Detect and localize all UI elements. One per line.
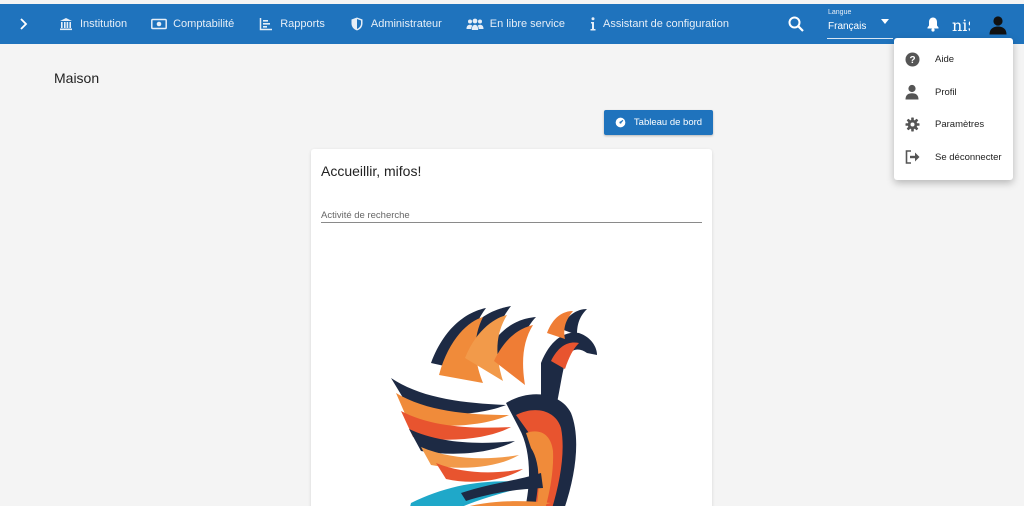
page-title: Maison (54, 70, 100, 86)
welcome-title: Accueillir, mifos! (321, 163, 422, 179)
svg-text:?: ? (909, 55, 915, 66)
logout-icon (904, 149, 920, 165)
phoenix-logo-icon (391, 306, 597, 506)
language-select[interactable]: Langue Français (827, 7, 893, 39)
nav-reports-label: Rapports (280, 18, 325, 30)
nav-institution[interactable]: Institution (58, 4, 127, 44)
money-icon (151, 16, 168, 32)
search-icon (788, 16, 804, 32)
menu-item-help[interactable]: ? Aide (894, 43, 1013, 75)
menu-item-profile[interactable]: Profil (894, 76, 1013, 108)
person-icon (904, 84, 920, 100)
nav-self-service[interactable]: En libre service (466, 4, 565, 44)
global-search-button[interactable] (787, 15, 805, 33)
menu-item-settings-label: Paramètres (935, 118, 985, 130)
nav-reports[interactable]: Rapports (258, 4, 325, 44)
menu-item-logout-label: Se déconnecter (935, 151, 1002, 163)
dashboard-button[interactable]: Tableau de bord (604, 110, 713, 135)
dashboard-icon (615, 117, 626, 128)
menu-item-logout[interactable]: Se déconnecter (894, 141, 1013, 173)
info-icon (589, 16, 597, 32)
notifications-button[interactable] (926, 16, 940, 32)
chevron-right-icon (20, 18, 28, 30)
language-value: Français (828, 21, 867, 32)
activity-search-field[interactable] (321, 205, 702, 223)
dashboard-button-label: Tableau de bord (633, 117, 703, 128)
sidebar-toggle-button[interactable] (14, 4, 34, 44)
activity-search-input[interactable] (321, 210, 702, 221)
user-menu-button[interactable] (989, 15, 1007, 35)
top-navbar: Institution Comptabilité Rapports Admini… (0, 4, 1024, 44)
nav-setup-assistant-label: Assistant de configuration (603, 18, 729, 30)
gear-icon (904, 116, 920, 132)
help-icon: ? (904, 51, 920, 67)
brand-logo-text: ni$ (952, 16, 970, 35)
shield-icon (349, 16, 365, 32)
nav-setup-assistant[interactable]: Assistant de configuration (589, 4, 729, 44)
menu-item-help-label: Aide (935, 53, 955, 65)
user-dropdown-menu: ? Aide Profil Paramètres Se déconnecter (894, 38, 1013, 180)
nav-institution-label: Institution (80, 18, 128, 30)
person-icon (989, 16, 1007, 35)
users-icon (466, 16, 484, 32)
bell-icon (927, 17, 939, 32)
nav-accounting[interactable]: Comptabilité (151, 4, 234, 44)
nav-administrator-label: Administrateur (370, 18, 442, 30)
menu-item-profile-label: Profil (935, 86, 957, 98)
nav-administrator[interactable]: Administrateur (349, 4, 442, 44)
welcome-card: Accueillir, mifos! (311, 149, 712, 506)
institution-icon (58, 16, 74, 32)
main-nav: Institution Comptabilité Rapports Admini… (58, 4, 753, 44)
menu-item-settings[interactable]: Paramètres (894, 108, 1013, 140)
language-label: Langue (828, 9, 852, 16)
nav-self-service-label: En libre service (489, 18, 565, 30)
caret-down-icon (881, 19, 889, 24)
nav-accounting-label: Comptabilité (173, 18, 235, 30)
chart-icon (258, 16, 274, 32)
